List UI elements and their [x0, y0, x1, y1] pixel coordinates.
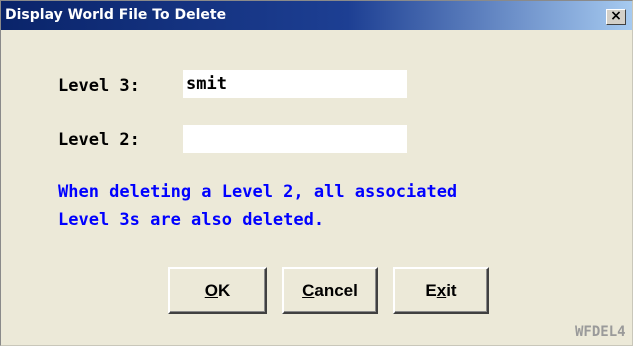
cancel-button[interactable]: Cancel	[282, 267, 378, 314]
level3-label: Level 3:	[58, 76, 140, 96]
info-note-line-1: When deleting a Level 2, all associated	[58, 182, 458, 202]
exit-label-rest: it	[446, 281, 457, 300]
exit-button[interactable]: Exit	[393, 267, 489, 314]
ok-mnemonic: O	[204, 281, 218, 300]
title-bar[interactable]: Display World File To Delete ×	[1, 1, 632, 30]
exit-label-first: E	[425, 281, 437, 300]
info-note-line-2: Level 3s are also deleted.	[58, 210, 325, 230]
level2-input[interactable]	[183, 125, 407, 153]
close-button[interactable]: ×	[606, 8, 626, 25]
dialog-window: Display World File To Delete × Level 3: …	[0, 0, 633, 346]
ok-button[interactable]: OK	[168, 267, 267, 314]
level2-label: Level 2:	[58, 130, 140, 150]
cancel-label-rest: ancel	[314, 281, 358, 300]
close-icon: ×	[610, 8, 622, 24]
ok-label-rest: K	[217, 281, 231, 300]
cancel-mnemonic: C	[302, 281, 315, 300]
level3-input[interactable]	[183, 70, 407, 98]
exit-mnemonic: x	[436, 281, 447, 300]
form-id-label: WFDEL4	[575, 324, 626, 340]
window-title: Display World File To Delete	[5, 7, 227, 23]
